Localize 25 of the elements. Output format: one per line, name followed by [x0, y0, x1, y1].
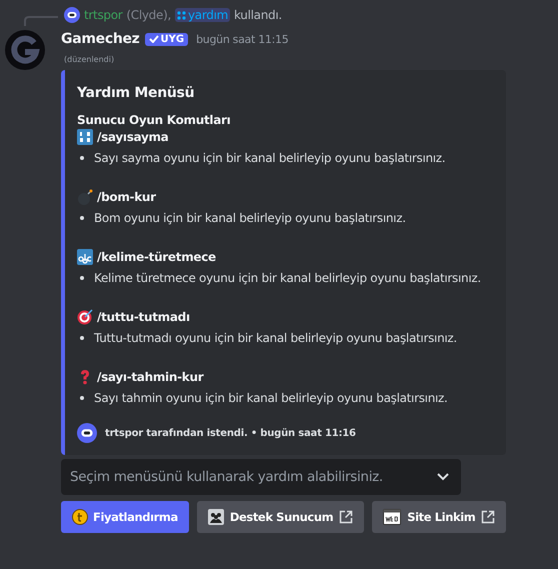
section-heading: Sunucu Oyun Komutları	[77, 113, 232, 127]
command-description: Tuttu-tutmadı oyunu için bir kanal belirleyip oyunu başlatırsınız.	[94, 331, 457, 345]
command-name: /bom-kur	[97, 190, 156, 204]
embed-footer: trtspor tarafından istendi. • bugün saat 11:16	[105, 428, 356, 438]
action-button[interactable]: Destek Sunucum	[196, 501, 364, 533]
command-name: /tuttu-tutmadı	[97, 310, 190, 324]
author-name[interactable]: Gamechez	[61, 31, 140, 47]
reply-action: kullandı.	[234, 8, 282, 22]
timestamp: bugün saat 11:15	[196, 32, 288, 46]
app-badge: UYG	[144, 32, 188, 46]
command-description: Kelime türetmece oyunu için bir kanal belirleyip oyunu başlatırsınız.	[94, 271, 481, 285]
command-mention[interactable]: yardım	[174, 8, 230, 22]
bot-note: (Clyde),	[126, 8, 171, 22]
embed-title: Yardım Menüsü	[77, 85, 196, 101]
edited-note: (düzenlendi)	[64, 55, 116, 64]
action-button[interactable]: Site Linkim	[372, 501, 506, 533]
command-name: /sayı-tahmin-kur	[97, 370, 204, 384]
command-description: Sayı sayma oyunu için bir kanal belirleyip oyunu başlatırsınız.	[94, 151, 446, 165]
select-menu[interactable]: Seçim menüsünü kullanarak yardım alabilirsiniz.	[61, 459, 461, 495]
reply-username[interactable]: trtspor	[84, 8, 122, 22]
action-button[interactable]: Fiyatlandırma	[61, 501, 189, 533]
command-name: /kelime-türetmece	[97, 250, 216, 264]
command-description: Sayı tahmin oyunu için bir kanal belirleyip oyunu başlatırsınız.	[94, 391, 448, 405]
command-description: Bom oyunu için bir kanal belirleyip oyunu başlatırsınız.	[94, 211, 406, 225]
command-name: /sayısayma	[97, 130, 168, 144]
